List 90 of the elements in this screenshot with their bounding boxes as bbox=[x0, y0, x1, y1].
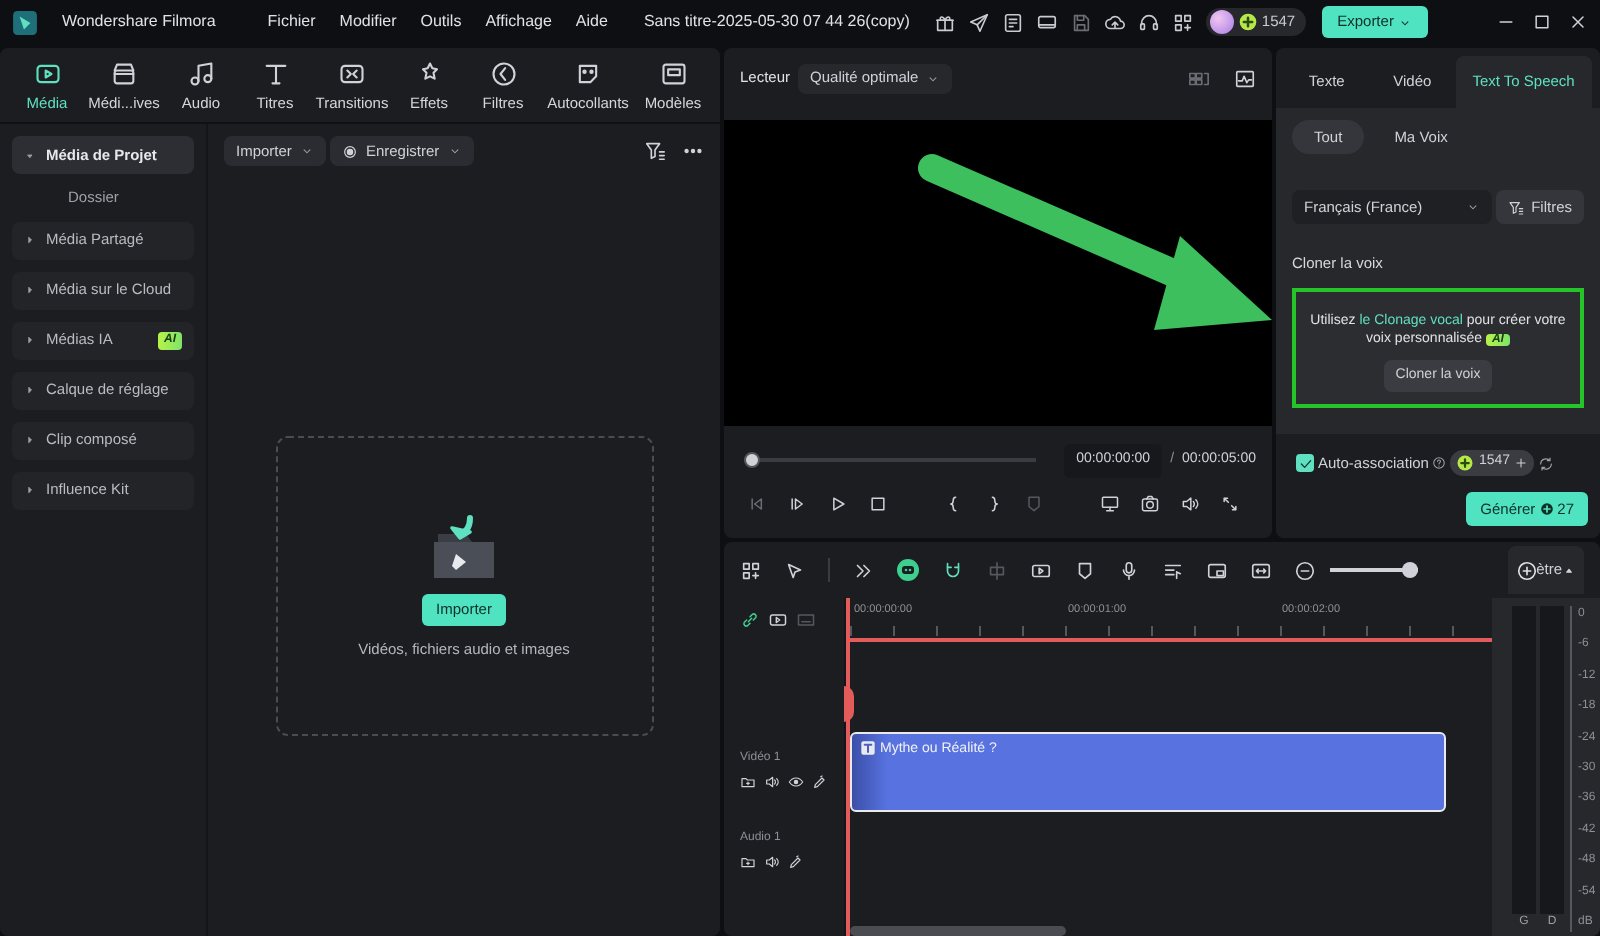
store-icon bbox=[110, 60, 138, 88]
logo-icon bbox=[12, 9, 38, 35]
audio-list-icon[interactable] bbox=[1162, 559, 1184, 581]
caret-right-icon bbox=[24, 434, 36, 446]
zoom-thumb[interactable] bbox=[1402, 562, 1419, 578]
sticker-icon bbox=[574, 60, 602, 88]
microphone-icon[interactable] bbox=[1118, 559, 1140, 581]
snap-icon[interactable] bbox=[942, 559, 964, 581]
project-title: Sans titre-2025-05-30 07 44 26(copy) bbox=[641, 10, 912, 34]
caret-up-icon bbox=[1562, 563, 1576, 577]
title-clip-icon bbox=[860, 740, 876, 756]
display-icon[interactable] bbox=[1100, 493, 1120, 513]
record-icon bbox=[341, 143, 358, 160]
edit-icon[interactable] bbox=[812, 774, 828, 790]
marker-icon[interactable] bbox=[1024, 493, 1044, 513]
folder-import-icon bbox=[428, 510, 500, 583]
caret-right-icon bbox=[24, 384, 36, 396]
link-icon[interactable] bbox=[740, 610, 760, 630]
visibility-icon[interactable] bbox=[788, 774, 804, 790]
check-icon bbox=[1298, 456, 1314, 472]
zoom-out-icon[interactable] bbox=[1294, 559, 1316, 581]
expand-icon[interactable] bbox=[852, 559, 874, 581]
apps-icon[interactable] bbox=[1171, 11, 1194, 33]
snapshot-icon[interactable] bbox=[1140, 493, 1160, 513]
transition-icon bbox=[338, 60, 366, 88]
headset-icon[interactable] bbox=[1137, 11, 1160, 33]
menu-item[interactable]: Modifier bbox=[327, 10, 409, 34]
caret-right-icon bbox=[24, 334, 36, 346]
waveform-icon[interactable] bbox=[1234, 67, 1256, 89]
edit-icon[interactable] bbox=[788, 854, 804, 870]
save-icon[interactable] bbox=[1069, 11, 1092, 33]
horizontal-scrollbar[interactable] bbox=[850, 926, 1066, 936]
caret-down-icon bbox=[24, 149, 36, 162]
playhead-handle[interactable] bbox=[844, 686, 854, 722]
coin-icon bbox=[1237, 12, 1258, 32]
document-icon[interactable] bbox=[1001, 11, 1024, 33]
maximize-icon[interactable] bbox=[1532, 12, 1552, 32]
coin-icon bbox=[1539, 501, 1554, 516]
caret-icon bbox=[1465, 200, 1480, 215]
caret-right-icon bbox=[24, 484, 36, 496]
next-frame-icon[interactable] bbox=[788, 493, 808, 513]
preview-icon[interactable] bbox=[1030, 559, 1052, 581]
fit-icon[interactable] bbox=[1250, 559, 1272, 581]
menu-item[interactable]: Aide bbox=[563, 10, 620, 34]
fullscreen-icon[interactable] bbox=[1220, 493, 1240, 513]
picture-in-picture-icon[interactable] bbox=[1206, 559, 1228, 581]
previous-frame-icon[interactable] bbox=[748, 493, 768, 513]
cloud-upload-icon[interactable] bbox=[1103, 11, 1126, 33]
caret-icon bbox=[926, 71, 941, 85]
progress-thumb[interactable] bbox=[744, 452, 760, 469]
menu-item[interactable]: Fichier bbox=[255, 10, 328, 34]
filter-icon bbox=[489, 60, 517, 88]
monitor-icon[interactable] bbox=[1035, 11, 1058, 33]
menu-item[interactable]: Outils bbox=[408, 10, 474, 34]
mute-icon[interactable] bbox=[764, 854, 780, 870]
select-tool-icon[interactable] bbox=[784, 559, 806, 581]
send-icon[interactable] bbox=[967, 11, 990, 33]
text-icon bbox=[261, 60, 289, 88]
zoom-in-icon[interactable] bbox=[1516, 559, 1539, 581]
auto-association-checkbox[interactable] bbox=[1296, 454, 1314, 472]
template-icon bbox=[659, 60, 687, 88]
volume-icon[interactable] bbox=[1180, 493, 1200, 513]
caret-right-icon bbox=[24, 284, 36, 296]
close-icon[interactable] bbox=[1568, 12, 1588, 32]
help-icon[interactable] bbox=[1432, 456, 1447, 470]
filter-sort-icon[interactable] bbox=[644, 140, 666, 163]
caret-icon bbox=[299, 144, 314, 159]
coin-icon bbox=[1456, 454, 1475, 472]
media-icon bbox=[33, 60, 61, 88]
layout-icon[interactable] bbox=[740, 559, 762, 581]
track-folder-icon[interactable] bbox=[740, 854, 756, 870]
menu-item[interactable]: Affichage bbox=[473, 10, 564, 34]
app-name: Wondershare Filmora bbox=[60, 10, 218, 34]
caret-icon bbox=[1397, 15, 1412, 29]
stop-icon[interactable] bbox=[868, 493, 888, 513]
plus-icon bbox=[1514, 456, 1529, 470]
avatar[interactable] bbox=[1209, 10, 1234, 34]
preview-track-icon[interactable] bbox=[768, 610, 788, 630]
robot-icon[interactable] bbox=[896, 558, 920, 582]
compare-view-icon[interactable] bbox=[1188, 67, 1210, 89]
filter-icon bbox=[1507, 199, 1524, 216]
refresh-icon[interactable] bbox=[1538, 455, 1555, 471]
mute-icon[interactable] bbox=[764, 774, 780, 790]
music-icon bbox=[187, 60, 215, 88]
caret-right-icon bbox=[24, 234, 36, 246]
caret-icon bbox=[447, 144, 462, 159]
gift-icon[interactable] bbox=[933, 11, 956, 33]
track-folder-icon[interactable] bbox=[740, 774, 756, 790]
play-icon[interactable] bbox=[828, 493, 848, 513]
marker-icon[interactable] bbox=[1074, 559, 1096, 581]
